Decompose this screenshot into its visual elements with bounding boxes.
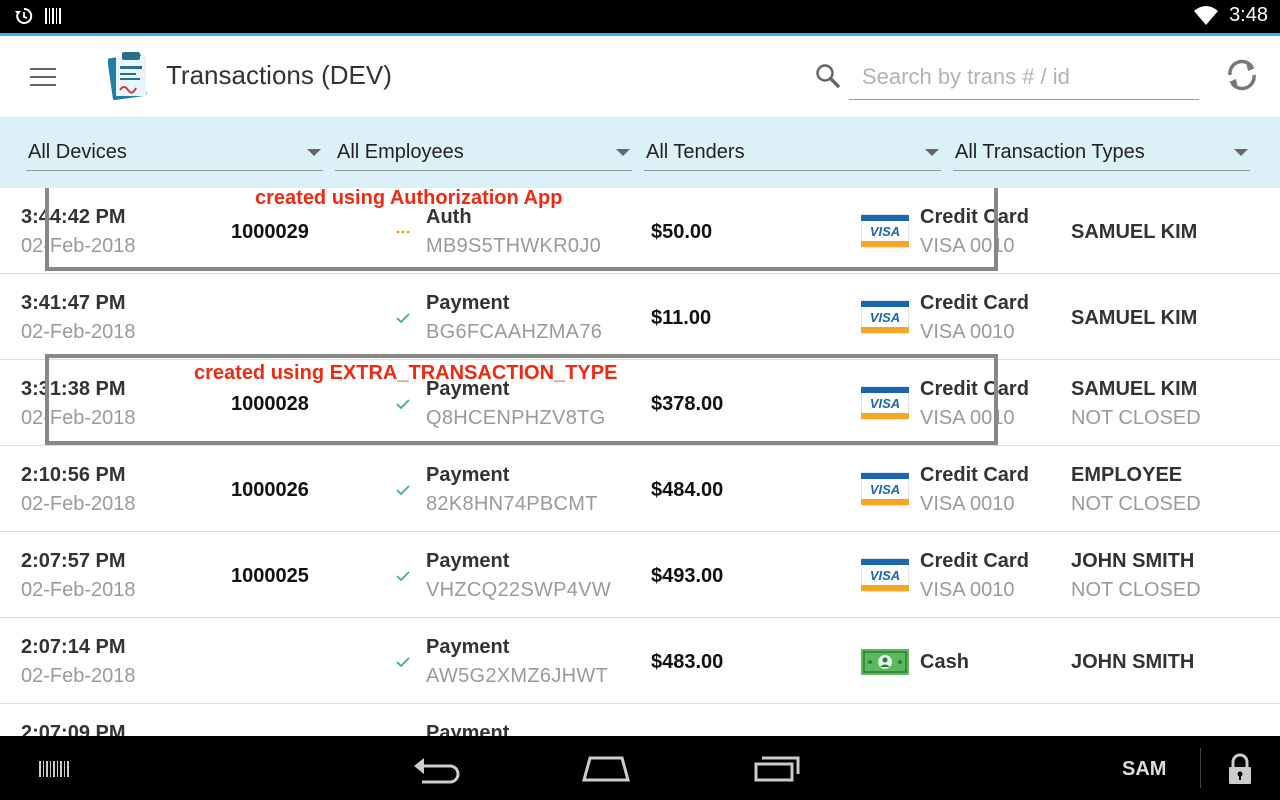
cash-icon: [861, 649, 909, 675]
filter-label: All Transaction Types: [955, 141, 1145, 163]
transaction-amount: $484.00: [651, 479, 724, 501]
search-input[interactable]: [849, 54, 1199, 100]
page-title: Transactions (DEV): [166, 60, 392, 90]
order-number: 1000025: [231, 565, 309, 587]
employee-name: EMPLOYEE: [1071, 464, 1183, 486]
transaction-row[interactable]: 3:41:47 PM 02-Feb-2018 Payment BG6FCAAHZ…: [0, 274, 1280, 360]
refresh-icon[interactable]: [1224, 56, 1260, 94]
transaction-time: 2:07:14 PM: [21, 636, 126, 658]
menu-icon[interactable]: [30, 68, 56, 86]
transaction-date: 02-Feb-2018: [21, 579, 136, 601]
nav-user-label[interactable]: SAM: [1122, 758, 1166, 781]
card-info: VISA 0010: [920, 321, 1015, 343]
check-icon: [396, 313, 410, 324]
transaction-row[interactable]: 2:07:14 PM 02-Feb-2018 Payment AW5G2XMZ6…: [0, 618, 1280, 704]
filter-devices-dropdown[interactable]: All Devices: [26, 135, 323, 171]
transaction-row[interactable]: 2:07:57 PM 02-Feb-2018 1000025 Payment V…: [0, 532, 1280, 618]
transaction-row[interactable]: 2:10:56 PM 02-Feb-2018 1000026 Payment 8…: [0, 446, 1280, 532]
employee-name: JOHN SMITH: [1071, 651, 1195, 673]
dropdown-arrow-icon: [616, 149, 630, 156]
transaction-type: Payment: [426, 636, 510, 658]
filter-label: All Employees: [337, 141, 464, 163]
transaction-id: VHZCQ22SWP4VW: [426, 579, 612, 601]
svg-text:VISA: VISA: [870, 310, 900, 325]
card-info: VISA 0010: [920, 493, 1015, 515]
filter-employees-dropdown[interactable]: All Employees: [335, 135, 632, 171]
nav-divider: [1200, 748, 1201, 788]
app-logo: [108, 52, 147, 101]
dropdown-arrow-icon: [1234, 149, 1248, 156]
dropdown-arrow-icon: [307, 149, 321, 156]
transaction-time: 2:07:57 PM: [21, 550, 126, 572]
transaction-date: 02-Feb-2018: [21, 665, 136, 687]
search-icon[interactable]: [814, 62, 842, 90]
svg-text:VISA: VISA: [870, 482, 900, 497]
visa-card-icon: VISA: [861, 472, 909, 506]
transaction-list: 3:44:42 PM 02-Feb-2018 1000029 Auth MB9S…: [0, 188, 1280, 736]
check-icon: [396, 485, 410, 496]
order-number: 1000026: [231, 479, 309, 501]
status-bar: 3:48: [0, 0, 1280, 33]
transaction-row[interactable]: 2:07:09 PM Payment: [0, 704, 1280, 736]
lock-icon[interactable]: [1226, 752, 1254, 786]
filter-tenders-dropdown[interactable]: All Tenders: [644, 135, 941, 171]
annotation-label: created using EXTRA_TRANSACTION_TYPE: [194, 362, 618, 384]
check-icon: [396, 657, 410, 668]
filter-transaction-types-dropdown[interactable]: All Transaction Types: [953, 135, 1250, 171]
employee-name: JOHN SMITH: [1071, 550, 1195, 572]
transaction-type: Payment: [426, 550, 510, 572]
svg-text:VISA: VISA: [870, 568, 900, 583]
transaction-amount: $483.00: [651, 651, 724, 673]
transaction-amount: $493.00: [651, 565, 724, 587]
filter-label: All Devices: [28, 141, 127, 163]
employee-name: SAMUEL KIM: [1071, 378, 1198, 400]
check-icon: [396, 571, 410, 582]
transaction-id: AW5G2XMZ6JHWT: [426, 665, 609, 687]
employee-name: SAMUEL KIM: [1071, 307, 1198, 329]
transaction-type: Payment: [426, 464, 510, 486]
app-bar: Transactions (DEV): [0, 36, 1280, 118]
employee-name: SAMUEL KIM: [1071, 221, 1198, 243]
transaction-amount: $11.00: [651, 307, 712, 329]
transaction-type: Payment: [426, 292, 510, 314]
transaction-time: 2:07:09 PM: [21, 722, 126, 736]
barcode-scanner-icon[interactable]: [38, 758, 70, 780]
tender-type: Credit Card: [920, 550, 1029, 572]
back-icon[interactable]: [412, 754, 460, 784]
wifi-icon: [1194, 5, 1219, 25]
tender-type: Credit Card: [920, 464, 1029, 486]
filter-label: All Tenders: [646, 141, 745, 163]
recents-icon[interactable]: [752, 752, 802, 784]
transaction-time: 3:41:47 PM: [21, 292, 126, 314]
annotation-label: created using Authorization App: [255, 188, 563, 209]
history-icon: [15, 7, 33, 24]
visa-card-icon: VISA: [861, 558, 909, 592]
card-info: VISA 0010: [920, 579, 1015, 601]
filter-bar: All Devices All Employees All Tenders Al…: [0, 118, 1280, 188]
transaction-id: 82K8HN74PBCMT: [426, 493, 598, 515]
transaction-type: Payment: [426, 722, 510, 736]
closed-status: NOT CLOSED: [1071, 407, 1201, 429]
dropdown-arrow-icon: [925, 149, 939, 156]
home-icon[interactable]: [580, 752, 632, 784]
barcode-icon: [45, 8, 61, 24]
tender-type: Cash: [920, 651, 969, 673]
visa-card-icon: VISA: [861, 300, 909, 334]
navigation-bar: SAM: [0, 736, 1280, 800]
transaction-date: 02-Feb-2018: [21, 493, 136, 515]
closed-status: NOT CLOSED: [1071, 493, 1201, 515]
status-time: 3:48: [1229, 4, 1268, 26]
transaction-id: BG6FCAAHZMA76: [426, 321, 603, 343]
transaction-date: 02-Feb-2018: [21, 321, 136, 343]
closed-status: NOT CLOSED: [1071, 579, 1201, 601]
transaction-time: 2:10:56 PM: [21, 464, 126, 486]
tender-type: Credit Card: [920, 292, 1029, 314]
